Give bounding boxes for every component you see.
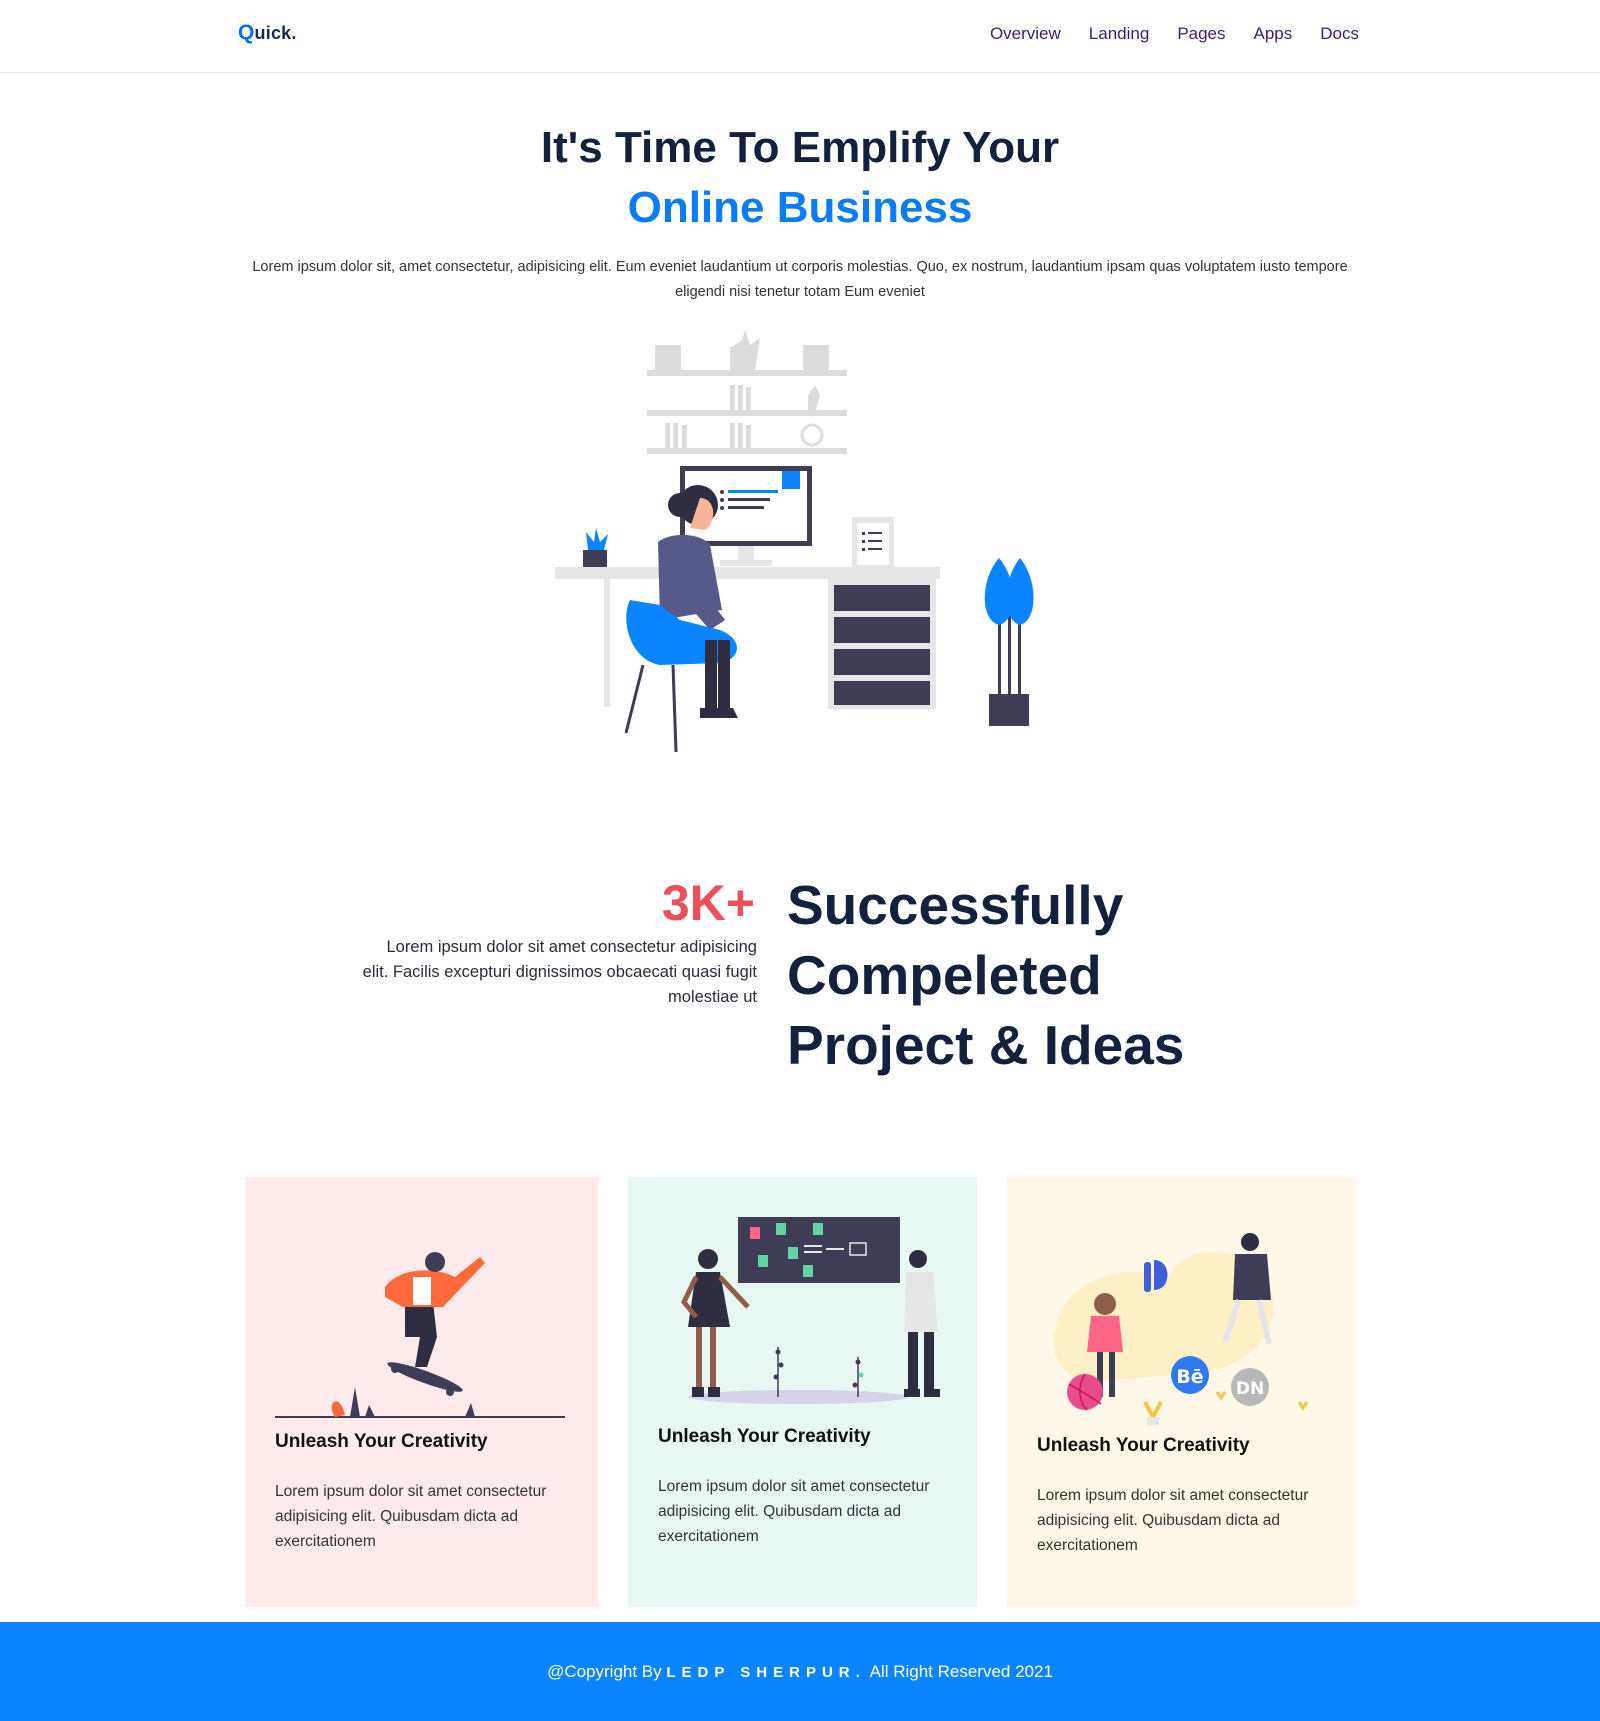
nav-link-apps[interactable]: Apps: [1254, 24, 1293, 44]
feature-card: Bē DN Unleash Your Creativity Lorem ipsu…: [1007, 1177, 1356, 1607]
stat-heading-line3: Project & Ideas: [787, 1014, 1185, 1076]
card-title: Unleash Your Creativity: [658, 1426, 871, 1447]
nav-links: Overview Landing Pages Apps Docs: [990, 24, 1359, 44]
card-title: Unleash Your Creativity: [275, 1431, 488, 1452]
stat-description: Lorem ipsum dolor sit amet consectetur a…: [362, 938, 757, 1006]
feature-card: Unleash Your Creativity Lorem ipsum dolo…: [628, 1177, 977, 1607]
card-text: Lorem ipsum dolor sit amet consectetur a…: [275, 1483, 547, 1550]
copyright-text: @Copyright By LEDP SHERPUR. All Right Re…: [0, 1662, 1600, 1682]
skateboarder-illustration: [275, 1252, 565, 1418]
card-text: Lorem ipsum dolor sit amet consectetur a…: [1037, 1487, 1309, 1554]
behance-badge-text: Bē: [1176, 1366, 1203, 1388]
footer: @Copyright By LEDP SHERPUR. All Right Re…: [0, 1622, 1600, 1721]
logo-text: uick.: [254, 23, 297, 43]
dn-badge-text: DN: [1236, 1379, 1264, 1399]
feature-card: Unleash Your Creativity Lorem ipsum dolo…: [245, 1177, 598, 1607]
hero-description: Lorem ipsum dolor sit, amet consectetur,…: [252, 259, 1348, 300]
hero-title: It's Time To Emplify Your Online Busines…: [0, 118, 1600, 238]
stat-heading-line2: Compeleted: [787, 944, 1102, 1006]
hero-title-line2: Online Business: [627, 183, 973, 232]
footer-brand: LEDP SHERPUR.: [666, 1664, 866, 1681]
nav-link-docs[interactable]: Docs: [1320, 24, 1359, 44]
nav-link-overview[interactable]: Overview: [990, 24, 1061, 44]
card-title: Unleash Your Creativity: [1037, 1435, 1250, 1456]
presentation-illustration: [681, 1217, 940, 1404]
social-illustration: Bē DN: [1053, 1233, 1309, 1425]
nav-link-landing[interactable]: Landing: [1089, 24, 1150, 44]
logo[interactable]: Quick.: [238, 21, 297, 45]
card-text: Lorem ipsum dolor sit amet consectetur a…: [658, 1478, 930, 1545]
copyright-prefix: @Copyright By: [547, 1662, 662, 1681]
navbar: Quick. Overview Landing Pages Apps Docs: [0, 0, 1600, 73]
nav-link-pages[interactable]: Pages: [1177, 24, 1225, 44]
stat-heading-line1: Successfully: [787, 874, 1124, 936]
stat-number: 3K+: [661, 875, 755, 931]
stat-heading: Successfully Compeleted Project & Ideas: [787, 870, 1184, 1080]
hero-illustration: [555, 330, 1034, 753]
hero-title-line1: It's Time To Emplify Your: [540, 123, 1060, 172]
logo-initial: Q: [238, 21, 255, 44]
copyright-suffix: All Right Reserved 2021: [869, 1662, 1053, 1681]
